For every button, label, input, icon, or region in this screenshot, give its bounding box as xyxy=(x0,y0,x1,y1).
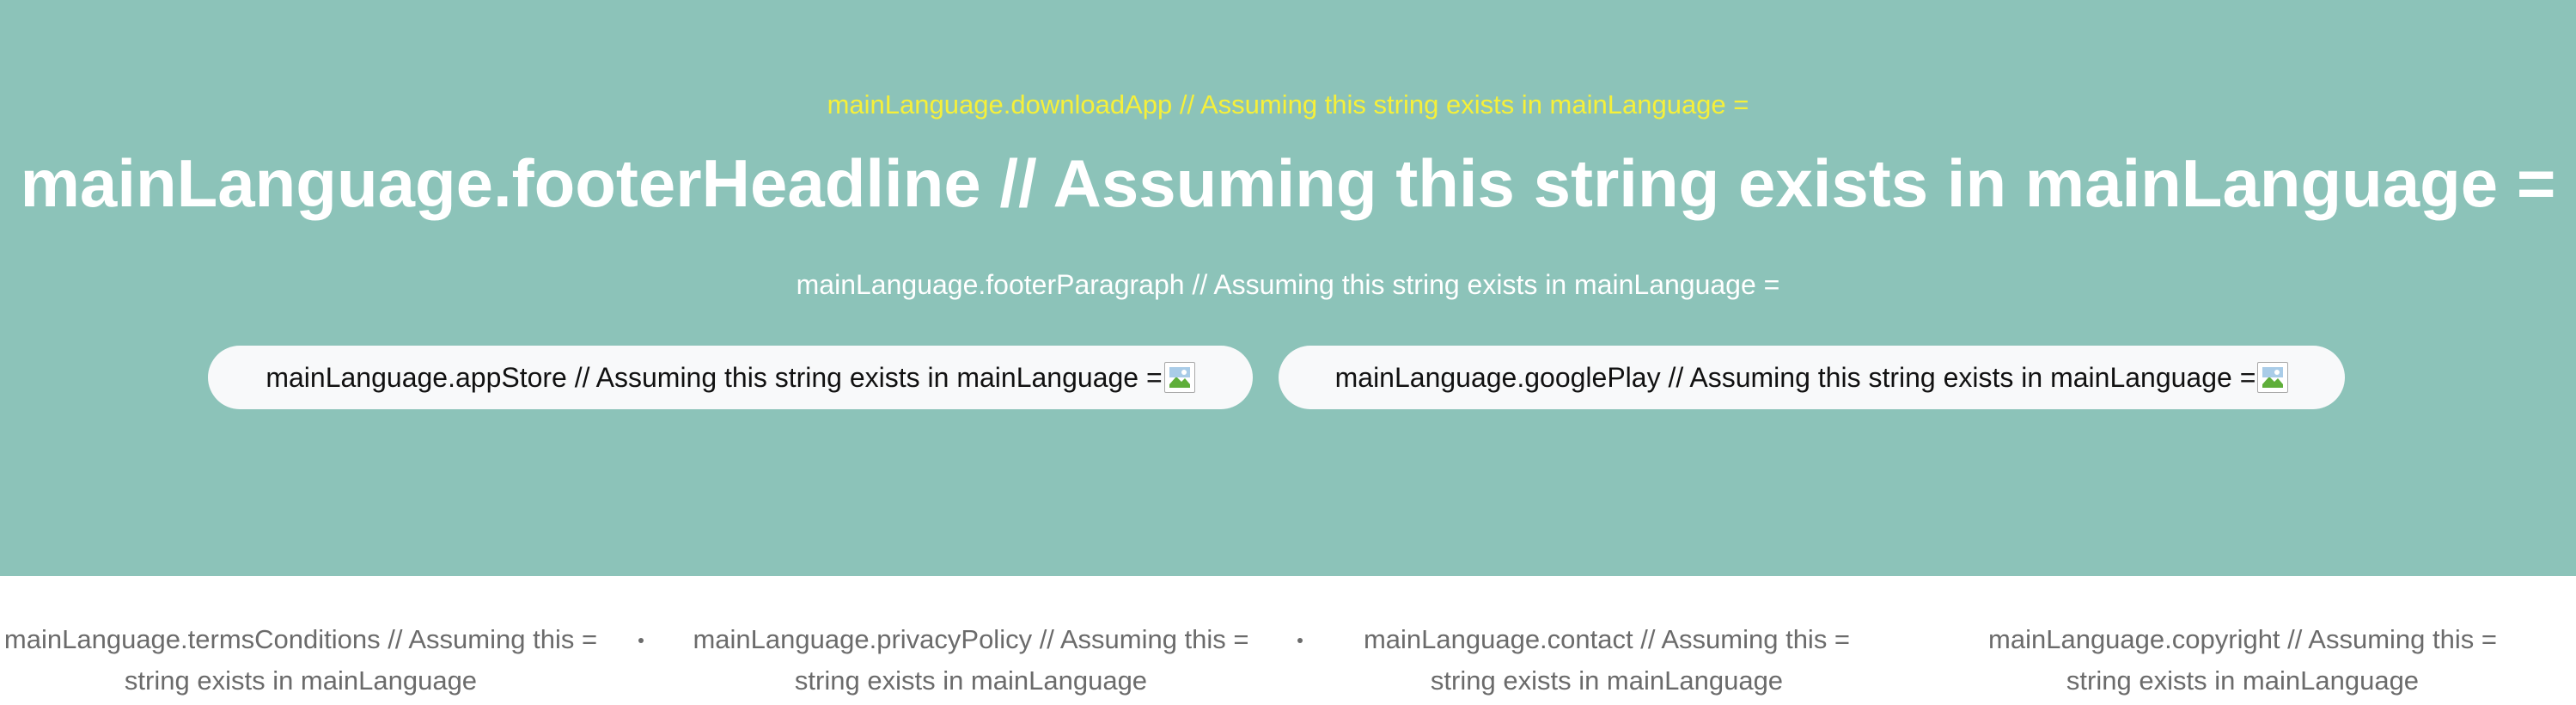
footer-link-line: mainLanguage.contact // Assuming this = xyxy=(1363,624,1851,654)
separator-dot xyxy=(638,638,644,643)
broken-image-icon xyxy=(2257,362,2289,393)
app-store-label: mainLanguage.appStore // Assuming this s… xyxy=(266,361,1163,393)
terms-conditions-link[interactable]: mainLanguage.termsConditions // Assuming… xyxy=(0,619,619,702)
broken-image-icon xyxy=(1163,362,1195,393)
footer-headline: mainLanguage.footerHeadline // Assuming … xyxy=(20,145,2556,221)
footer-paragraph: mainLanguage.footerParagraph // Assuming… xyxy=(796,269,1780,300)
footer-link-line: string exists in mainLanguage xyxy=(124,665,478,696)
google-play-button[interactable]: mainLanguage.googlePlay // Assuming this… xyxy=(1279,346,2345,409)
app-store-button[interactable]: mainLanguage.appStore // Assuming this s… xyxy=(208,346,1253,409)
privacy-policy-link[interactable]: mainLanguage.privacyPolicy // Assuming t… xyxy=(653,619,1289,702)
footer-link-line: mainLanguage.privacyPolicy // Assuming t… xyxy=(693,624,1249,654)
app-download-banner: mainLanguage.downloadApp // Assuming thi… xyxy=(0,0,2576,576)
google-play-label: mainLanguage.googlePlay // Assuming this… xyxy=(1334,361,2256,393)
footer-link-line: string exists in mainLanguage xyxy=(794,665,1148,696)
page-footer: mainLanguage.termsConditions // Assuming… xyxy=(0,576,2576,705)
footer-link-line: string exists in mainLanguage xyxy=(2066,665,2420,696)
download-app-label: mainLanguage.downloadApp // Assuming thi… xyxy=(827,89,1749,120)
footer-link-line: mainLanguage.copyright // Assuming this … xyxy=(1988,624,2497,654)
copyright-text: mainLanguage.copyright // Assuming this … xyxy=(1925,619,2561,702)
contact-link[interactable]: mainLanguage.contact // Assuming this = … xyxy=(1289,619,1925,702)
footer-link-line: mainLanguage.termsConditions // Assuming… xyxy=(3,624,598,654)
footer-link-line: string exists in mainLanguage xyxy=(1430,665,1784,696)
